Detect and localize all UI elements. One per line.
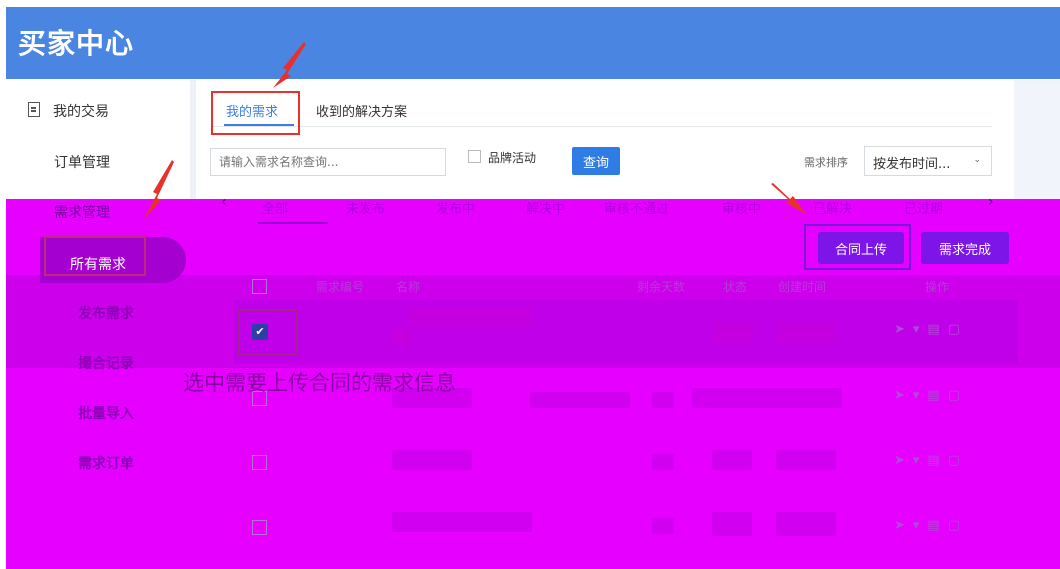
callout-arrows	[143, 42, 806, 220]
callout-arrow-icon	[143, 160, 174, 220]
callout-arrow-icon	[771, 183, 806, 214]
callout-arrow-icon	[273, 42, 306, 88]
